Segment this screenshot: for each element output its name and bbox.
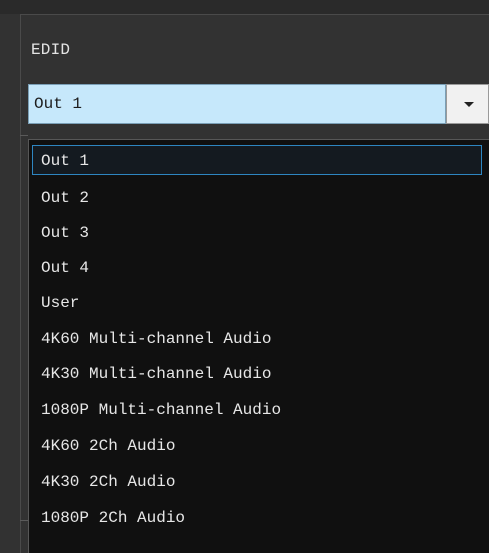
edid-dropdown-list[interactable]: Out 1 Out 2 Out 3 Out 4 User 4K60 Multi-… xyxy=(28,139,489,553)
dropdown-option-label: 4K30 2Ch Audio xyxy=(41,473,176,491)
dropdown-option-4k60-multi-channel-audio[interactable]: 4K60 Multi-channel Audio xyxy=(32,323,482,353)
dropdown-option-label: 4K30 Multi-channel Audio xyxy=(41,365,272,383)
dropdown-option-out-4[interactable]: Out 4 xyxy=(32,252,482,282)
dropdown-option-out-3[interactable]: Out 3 xyxy=(32,217,482,247)
chevron-down-icon[interactable] xyxy=(446,84,489,124)
edid-selected-value: Out 1 xyxy=(34,95,83,113)
left-tick xyxy=(20,520,28,521)
top-rule xyxy=(20,14,489,15)
dropdown-option-label: Out 2 xyxy=(41,189,90,207)
dropdown-option-label: 1080P Multi-channel Audio xyxy=(41,401,282,419)
dropdown-option-4k60-2ch-audio[interactable]: 4K60 2Ch Audio xyxy=(32,430,482,460)
dropdown-option-label: 4K60 Multi-channel Audio xyxy=(41,330,272,348)
dropdown-option-label: User xyxy=(41,294,80,312)
dropdown-option-4k30-2ch-audio[interactable]: 4K30 2Ch Audio xyxy=(32,466,482,496)
edid-combobox[interactable]: Out 1 xyxy=(28,84,489,126)
left-rule xyxy=(20,14,21,553)
dropdown-option-out-2[interactable]: Out 2 xyxy=(32,182,482,212)
dropdown-option-1080p-multi-channel-audio[interactable]: 1080P Multi-channel Audio xyxy=(32,394,482,424)
dropdown-option-label: 4K60 2Ch Audio xyxy=(41,437,176,455)
dropdown-option-user[interactable]: User xyxy=(32,287,482,317)
dropdown-option-label: Out 4 xyxy=(41,259,90,277)
dropdown-option-label: Out 1 xyxy=(41,152,90,170)
dropdown-option-label: Out 3 xyxy=(41,224,90,242)
dropdown-option-1080p-2ch-audio[interactable]: 1080P 2Ch Audio xyxy=(32,502,482,532)
dropdown-option-label: 1080P 2Ch Audio xyxy=(41,509,186,527)
edid-label: EDID xyxy=(31,41,71,59)
dropdown-option-4k30-multi-channel-audio[interactable]: 4K30 Multi-channel Audio xyxy=(32,358,482,388)
top-strip xyxy=(0,0,489,14)
dropdown-option-out-1[interactable]: Out 1 xyxy=(32,145,482,175)
left-tick xyxy=(20,135,28,136)
edid-combobox-field[interactable]: Out 1 xyxy=(28,84,446,124)
